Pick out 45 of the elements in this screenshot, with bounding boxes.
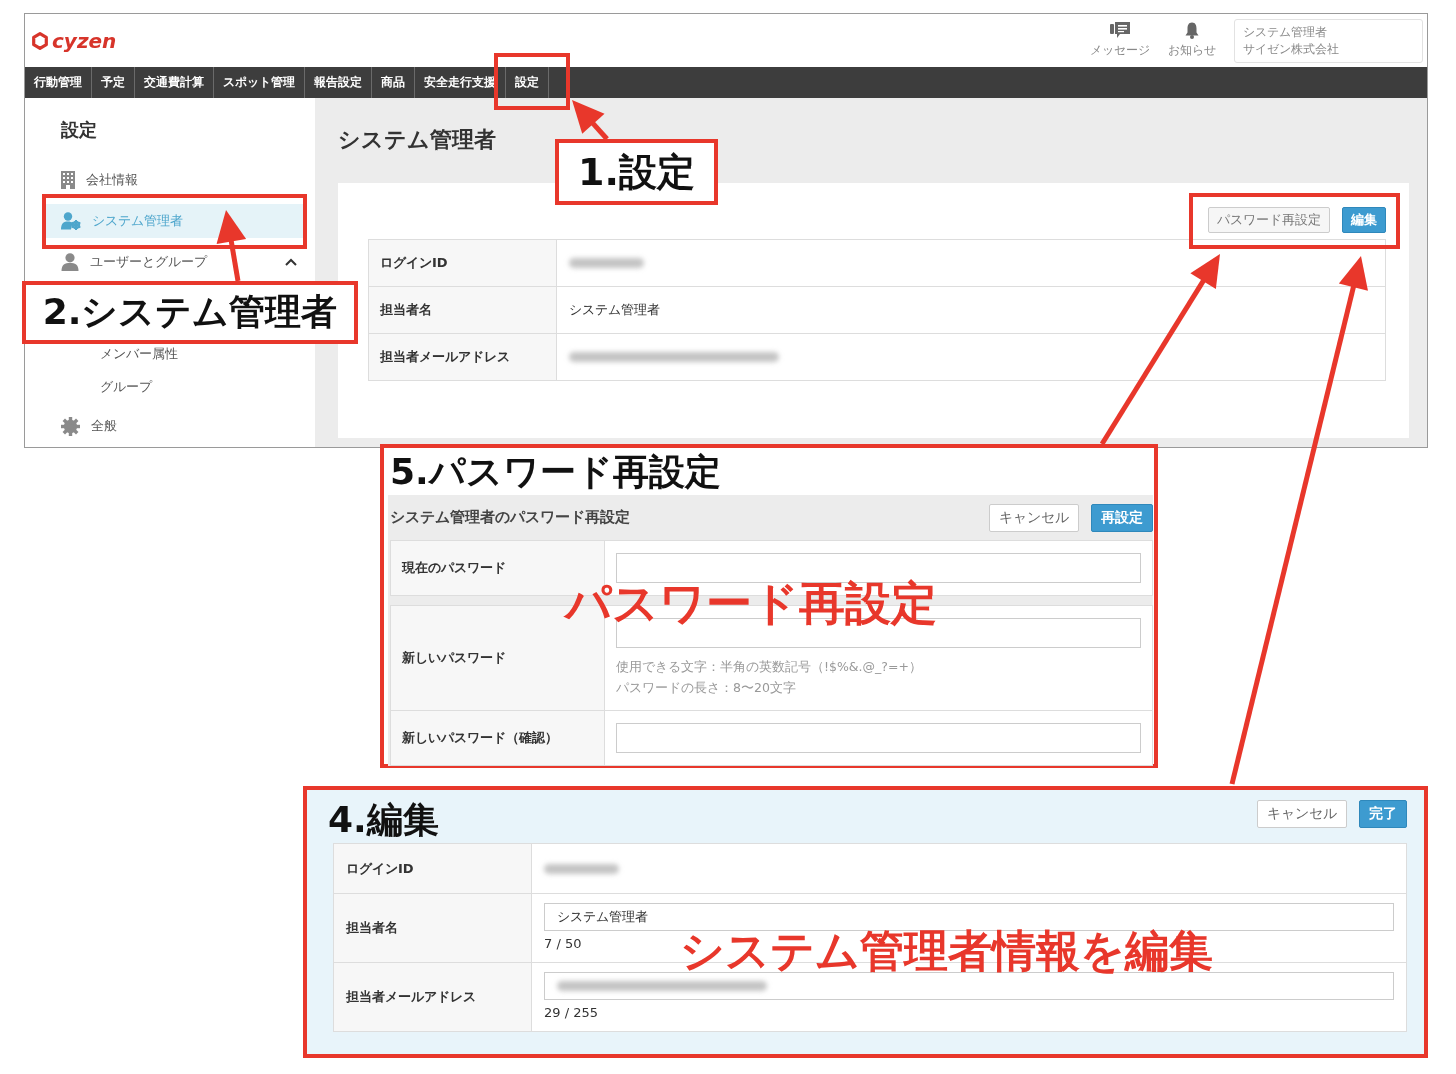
user-icon [61,253,79,271]
sidebar-item[interactable]: ユーザーとグループ [46,245,303,279]
chat-icon [1110,22,1130,39]
logo-text: cyzen [52,30,117,51]
field-label: 担当者メールアドレス [334,963,532,1031]
field-label: ログインID [369,240,557,286]
hint-text: パスワードの長さ：8〜20文字 [616,679,797,697]
panel-caption: 4.編集 [328,798,439,842]
callout: 1.設定 [555,139,718,205]
secondary-button[interactable]: キャンセル [1257,800,1347,828]
sidebar-item[interactable]: 全般 [46,409,303,443]
field-label: 担当者名 [334,894,532,962]
chevron-up-icon[interactable] [285,258,297,266]
bell-icon [1185,22,1199,39]
callout: 2.システム管理者 [22,281,358,344]
arrow [216,210,247,282]
char-counter: 29 / 255 [544,1004,598,1022]
header-action[interactable]: お知らせ [1168,22,1216,59]
company-name: サイゼン株式会社 [1243,40,1339,58]
sidebar-title: 設定 [61,118,97,142]
field-label: 新しいパスワード（確認） [391,711,605,765]
secondary-button[interactable]: キャンセル [989,503,1079,532]
building-icon [61,171,75,189]
field-label: ログインID [334,844,532,893]
user-gear-icon [61,212,81,230]
dialog-title: システム管理者のパスワード再設定 [390,508,630,527]
arrow [572,100,609,141]
header-action[interactable]: メッセージ [1090,22,1150,59]
hexagon-logo-icon [32,31,48,50]
field-value: システム管理者 [569,301,660,319]
char-counter: 7 / 50 [544,935,582,953]
input-field[interactable] [544,972,1394,1000]
sidebar-subitem[interactable]: メンバー属性 [100,346,178,362]
gear-icon [61,416,80,436]
sidebar-item[interactable]: 会社情報 [46,163,303,197]
panel-caption: 5.パスワード再設定 [389,450,721,494]
field-label: 担当者名 [369,287,557,333]
hint-text: 使用できる文字：半角の英数記号（!$%&.@_?=+） [616,658,923,676]
password-field[interactable] [616,723,1141,753]
page-title: システム管理者 [338,128,496,152]
user-name: システム管理者 [1243,23,1327,41]
sidebar-subitem[interactable]: グループ [100,379,152,395]
secondary-button[interactable]: パスワード再設定 [1208,207,1330,233]
account-box[interactable]: システム管理者 サイゼン株式会社 [1234,18,1423,63]
field-label: 担当者メールアドレス [369,334,557,380]
